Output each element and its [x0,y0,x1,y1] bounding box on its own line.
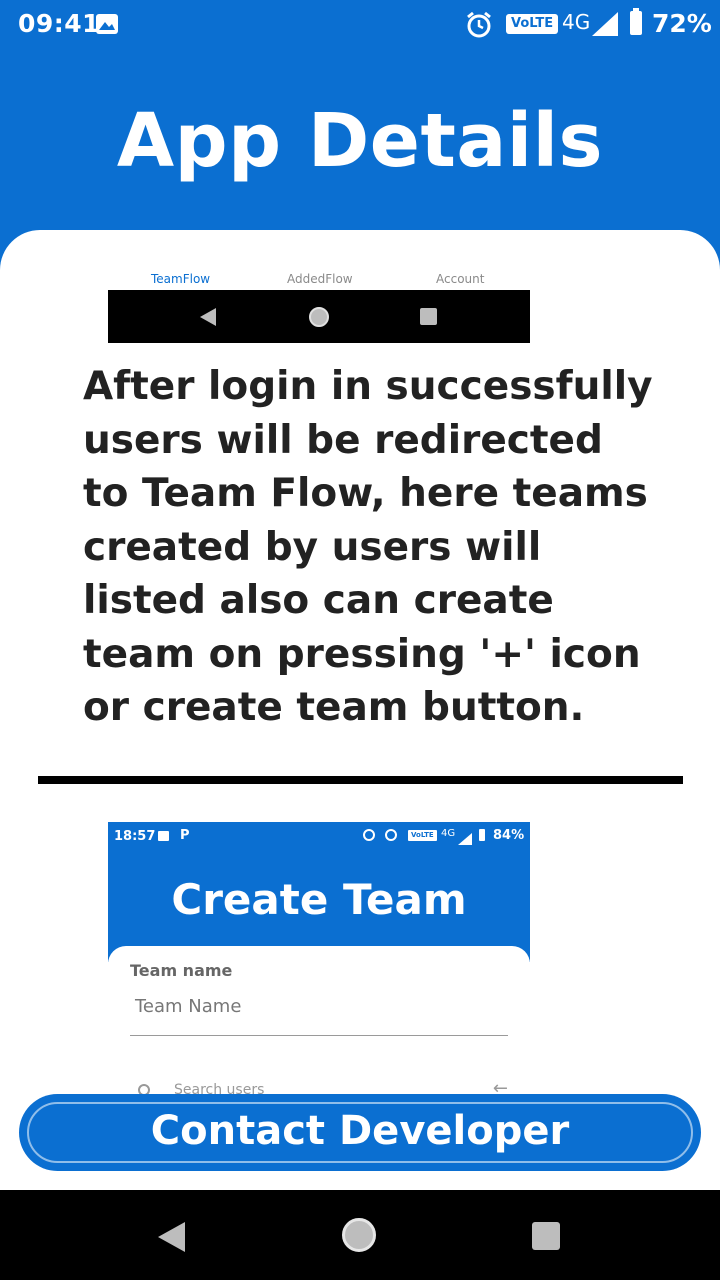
preview-field-label: Team name [130,961,233,980]
preview-header: 18:57 P VoLTE 4G 84% Create Team [108,822,530,962]
status-bar: 09:41 VoLTE 4G 72% [0,0,720,50]
preview-home-icon [309,307,329,327]
section-divider [38,776,683,784]
content-card: TeamFlow AddedFlow Account After login i… [0,230,720,1190]
network-type: 4G [562,10,591,34]
preview-title: Create Team [171,875,467,924]
system-navigation-bar [0,1190,720,1280]
preview-parking-icon: P [180,828,190,843]
gallery-notification-icon [96,14,118,34]
back-icon[interactable] [158,1222,185,1252]
preview-volte-badge: VoLTE [408,830,437,841]
preview-battery-percentage: 84% [493,828,525,843]
preview-hotspot-icon [385,829,397,841]
preview-back-icon [200,308,216,326]
preview-system-nav [108,290,530,343]
status-time: 09:41 [18,9,101,38]
preview-recents-icon [420,308,437,325]
contact-button-label: Contact Developer [150,1108,570,1154]
preview-field-placeholder: Team Name [135,996,242,1017]
preview-signal-icon [458,830,472,849]
preview-tab-bar: TeamFlow AddedFlow Account [108,268,530,290]
alarm-icon [466,11,492,43]
recents-icon[interactable] [532,1222,560,1250]
battery-icon [630,8,642,35]
preview-tab-teamflow: TeamFlow [151,272,211,286]
description-text: After login in successfully users will b… [83,364,653,730]
preview-gallery-icon [158,831,169,841]
preview-tab-addedflow: AddedFlow [287,272,353,286]
preview-tab-account: Account [436,272,485,286]
preview-status-time: 18:57 [114,829,156,844]
contact-developer-button[interactable]: Contact Developer [19,1094,701,1171]
battery-percentage: 72% [652,9,712,38]
page-title: App Details [116,98,604,184]
preview-form-card: Team name Team Name Search users ← [108,946,530,1112]
preview-battery-icon [479,829,485,841]
home-icon[interactable] [342,1218,376,1252]
create-team-preview: 18:57 P VoLTE 4G 84% Create Team Team na… [108,822,530,1112]
preview-network-type: 4G [441,828,456,839]
signal-icon [592,12,618,40]
preview-team-name-field: Team Name [130,990,508,1036]
preview-alarm-icon [363,829,375,841]
volte-badge: VoLTE [506,14,559,34]
